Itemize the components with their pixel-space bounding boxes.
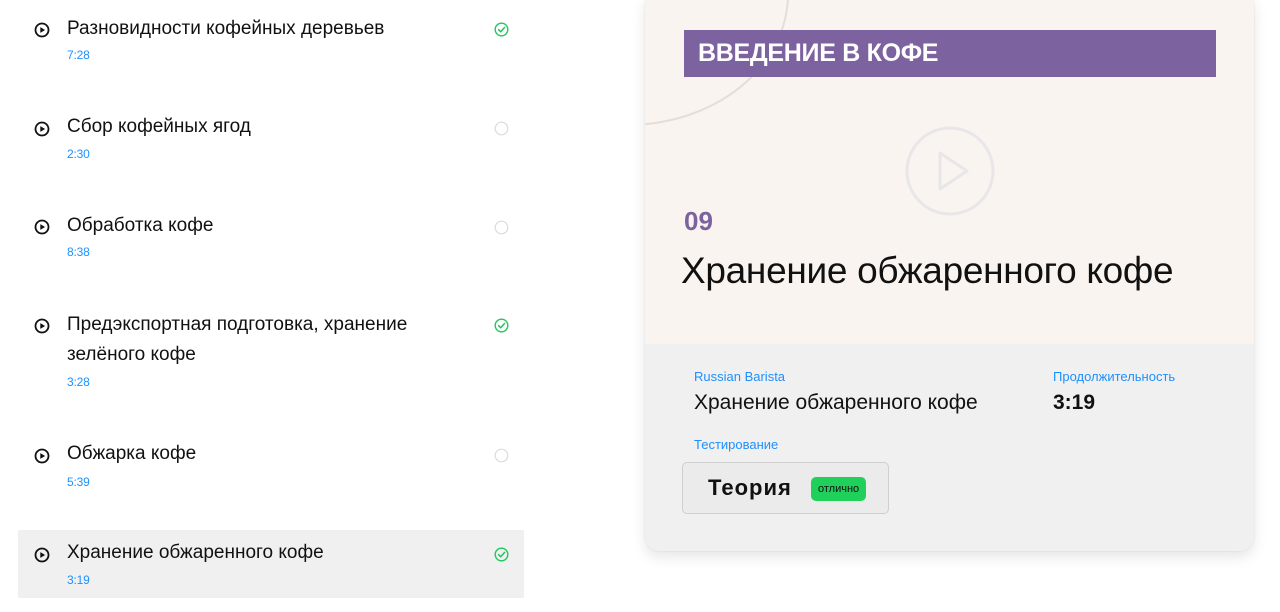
author-label: Russian Barista <box>694 369 786 384</box>
lesson-duration: 7:28 <box>67 48 90 62</box>
play-icon[interactable] <box>903 124 997 218</box>
lesson-item[interactable]: Сбор кофейных ягод 2:30 <box>18 100 524 200</box>
lesson-title: Хранение обжаренного кофе <box>67 542 324 563</box>
lesson-duration: 8:38 <box>67 245 90 259</box>
lesson-cover[interactable]: ВВЕДЕНИЕ В КОФЕ 09 Хранение обжаренного … <box>645 0 1254 344</box>
play-circle-icon <box>34 318 50 334</box>
lesson-item[interactable]: Разновидности кофейных деревьев 7:28 <box>18 0 524 100</box>
cover-title: Хранение обжаренного кофе <box>681 250 1174 291</box>
lesson-title: Разновидности кофейных деревьев <box>67 18 385 39</box>
lesson-item[interactable]: Обработка кофе 8:38 <box>18 200 524 300</box>
lesson-title: Предэкспортная подготовка, хранение зелё… <box>67 314 408 365</box>
play-circle-icon <box>34 448 50 464</box>
check-circle-icon <box>494 547 509 562</box>
lesson-item[interactable]: Предэкспортная подготовка, хранение зелё… <box>18 300 524 430</box>
check-circle-icon <box>494 22 509 37</box>
duration-value: 3:19 <box>1053 391 1096 414</box>
lesson-title: Обжарка кофе <box>67 443 197 464</box>
play-circle-icon <box>34 22 50 38</box>
empty-circle-icon <box>494 220 509 235</box>
lesson-title-value: Хранение обжаренного кофе <box>694 391 978 414</box>
lesson-duration: 3:19 <box>67 573 90 587</box>
play-circle-icon <box>34 219 50 235</box>
check-circle-icon <box>494 318 509 333</box>
grade-badge: отлично <box>811 477 867 501</box>
lesson-duration: 5:39 <box>67 475 90 489</box>
lesson-number: 09 <box>684 206 713 236</box>
duration-label: Продолжительность <box>1053 369 1176 384</box>
theory-test-button[interactable]: Теория отлично <box>682 462 889 514</box>
lesson-card: ВВЕДЕНИЕ В КОФЕ 09 Хранение обжаренного … <box>645 0 1254 551</box>
lesson-item-active[interactable]: Хранение обжаренного кофе 3:19 <box>18 530 524 598</box>
lesson-duration: 2:30 <box>67 147 90 161</box>
lesson-item[interactable]: Обжарка кофе 5:39 <box>18 430 524 530</box>
course-banner: ВВЕДЕНИЕ В КОФЕ <box>684 30 1216 77</box>
lesson-title: Обработка кофе <box>67 215 214 236</box>
lesson-title: Сбор кофейных ягод <box>67 116 251 137</box>
play-circle-icon <box>34 547 50 563</box>
test-name: Теория <box>708 475 792 500</box>
lesson-duration: 3:28 <box>67 375 90 389</box>
empty-circle-icon <box>494 121 509 136</box>
play-circle-icon <box>34 121 50 137</box>
empty-circle-icon <box>494 448 509 463</box>
testing-label: Тестирование <box>694 437 779 452</box>
